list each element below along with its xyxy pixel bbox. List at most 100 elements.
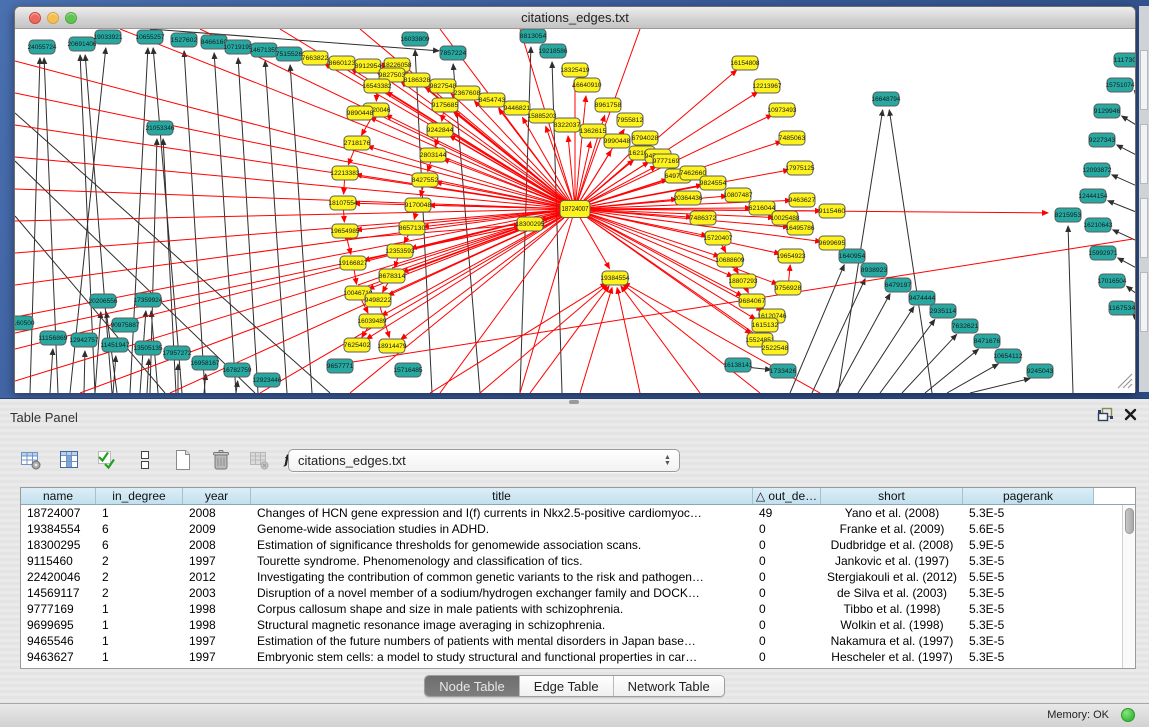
graph-node[interactable]: 9446821 [504, 101, 531, 115]
graph-node[interactable]: 15720407 [704, 231, 734, 245]
graph-node[interactable]: 8660123 [329, 56, 356, 70]
column-header-name[interactable]: name [21, 488, 96, 504]
panel-drag-handle[interactable] [569, 400, 579, 404]
graph-node[interactable]: 8912954 [355, 59, 382, 73]
graph-node[interactable]: 9777169 [653, 154, 680, 168]
graph-node[interactable]: 8186328 [404, 73, 431, 87]
graph-node[interactable]: 19218586 [539, 44, 569, 58]
graph-node[interactable]: 2718176 [344, 136, 371, 150]
graph-node[interactable]: 8678314 [379, 269, 406, 283]
graph-node[interactable]: 1615132 [752, 318, 779, 332]
graph-node[interactable]: 8657130 [399, 221, 426, 235]
graph-node[interactable]: 7955812 [617, 113, 644, 127]
graph-node[interactable]: 9474444 [909, 291, 936, 305]
table-vertical-scrollbar[interactable] [1122, 505, 1135, 668]
graph-node[interactable]: 12213383 [331, 166, 361, 180]
graph-node[interactable]: 17016504 [1098, 274, 1128, 288]
network-window-titlebar[interactable]: citations_edges.txt [15, 7, 1135, 29]
graph-node[interactable]: 19033921 [94, 30, 124, 44]
tab-node-table[interactable]: Node Table [425, 676, 520, 696]
graph-node[interactable]: 16033809 [401, 32, 431, 46]
table-row[interactable]: 946362711997Embryonic stem cells: a mode… [21, 649, 1135, 665]
graph-node[interactable]: 7857224 [440, 46, 467, 60]
graph-node[interactable]: 19166827 [339, 256, 369, 270]
graph-node[interactable]: 6216044 [749, 201, 776, 215]
tab-network-table[interactable]: Network Table [614, 676, 724, 696]
column-header-title[interactable]: title [251, 488, 753, 504]
graph-node[interactable]: 7625402 [344, 338, 371, 352]
graph-node[interactable]: 16543382 [363, 79, 393, 93]
graph-node[interactable]: 6479197 [885, 278, 912, 292]
graph-node[interactable]: 12444154 [1079, 189, 1109, 203]
delete-column-button[interactable] [208, 447, 234, 473]
table-options-button[interactable] [18, 447, 44, 473]
graph-node[interactable]: 8322037 [554, 118, 581, 132]
table-row[interactable]: 911546021997Tourette syndrome. Phenomeno… [21, 553, 1135, 569]
graph-node[interactable]: 8215953 [1055, 208, 1082, 222]
graph-node[interactable]: 6794028 [632, 131, 659, 145]
graph-node[interactable]: 10655257 [136, 30, 166, 44]
graph-node[interactable]: 15716485 [394, 363, 424, 377]
graph-node[interactable]: 18107554 [329, 196, 359, 210]
graph-node[interactable]: 10654112 [994, 349, 1024, 363]
graph-node[interactable]: 16648794 [872, 92, 902, 106]
graph-node[interactable]: 11156869 [39, 331, 69, 345]
graph-node[interactable]: 7486372 [690, 211, 717, 225]
graph-node[interactable]: 19654923 [777, 249, 807, 263]
table-row[interactable]: 969969511998Structural magnetic resonanc… [21, 617, 1135, 633]
graph-node[interactable]: 9227343 [1089, 133, 1116, 147]
graph-node[interactable]: 11451947 [101, 338, 131, 352]
network-window[interactable]: citations_edges.txt 24055724206914061903… [14, 6, 1136, 392]
graph-node[interactable]: 12213967 [753, 79, 783, 93]
graph-node[interactable]: 15992971 [1089, 246, 1119, 260]
graph-node[interactable]: 20364436 [674, 191, 704, 205]
graph-node[interactable]: 17957272 [163, 346, 193, 360]
graph-node[interactable]: 9699695 [819, 236, 846, 250]
column-header-out_de[interactable]: △ out_de… [753, 488, 821, 504]
table-row[interactable]: 1872400712008Changes of HCN gene express… [21, 505, 1135, 521]
graph-node[interactable]: 7632621 [952, 319, 979, 333]
tab-edge-table[interactable]: Edge Table [520, 676, 614, 696]
graph-node[interactable]: 16210643 [1084, 218, 1114, 232]
graph-node[interactable]: 9170048 [405, 198, 432, 212]
graph-node[interactable]: 21053346 [146, 121, 176, 135]
graph-node[interactable]: 9463627 [789, 193, 816, 207]
table-row[interactable]: 946554611997Estimation of the future num… [21, 633, 1135, 649]
graph-node[interactable]: 9242844 [427, 123, 454, 137]
graph-node[interactable]: 10973493 [768, 103, 798, 117]
graph-node[interactable]: 9245043 [1027, 364, 1054, 378]
table-row[interactable]: 1456911722003Disruption of a novel membe… [21, 585, 1135, 601]
graph-node[interactable]: 1167534 [1109, 301, 1135, 315]
graph-node[interactable]: 13505135 [134, 341, 164, 355]
graph-node[interactable]: 18300295 [516, 217, 546, 231]
select-all-button[interactable] [94, 447, 120, 473]
table-row[interactable]: 2242004622012Investigating the contribut… [21, 569, 1135, 585]
graph-node[interactable]: 1362615 [580, 124, 607, 138]
graph-node[interactable]: 16782759 [223, 363, 253, 377]
graph-node[interactable]: 8454743 [479, 93, 506, 107]
graph-node[interactable]: 19384554 [601, 271, 631, 285]
column-header-in_degree[interactable]: in_degree [96, 488, 183, 504]
graph-node[interactable]: 15885203 [528, 109, 558, 123]
graph-node[interactable]: 9115460 [819, 204, 846, 218]
graph-node[interactable]: 18914479 [378, 339, 408, 353]
graph-node[interactable]: 9175685 [432, 98, 459, 112]
graph-node[interactable]: 24055724 [28, 40, 58, 54]
graph-node[interactable]: 25160500 [15, 316, 35, 330]
graph-node[interactable]: 18325419 [561, 63, 591, 77]
graph-node[interactable]: 12923446 [253, 373, 283, 387]
graph-node[interactable]: 17359924 [134, 293, 164, 307]
graph-node[interactable]: 2367608 [454, 86, 481, 100]
graph-node[interactable]: 20206556 [89, 294, 119, 308]
graph-node[interactable]: 9824554 [700, 176, 727, 190]
graph-node[interactable]: 8471676 [974, 334, 1001, 348]
graph-node[interactable]: 8961758 [595, 98, 622, 112]
table-row[interactable]: 977716911998Corpus callosum shape and si… [21, 601, 1135, 617]
graph-node[interactable]: 16495786 [786, 221, 816, 235]
unselect-all-button[interactable] [132, 447, 158, 473]
graph-node[interactable]: 9756928 [775, 281, 802, 295]
graph-node[interactable]: 2935114 [930, 304, 957, 318]
show-columns-button[interactable] [56, 447, 82, 473]
graph-node[interactable]: 16958167 [191, 356, 221, 370]
graph-node[interactable]: 12353593 [386, 244, 416, 258]
